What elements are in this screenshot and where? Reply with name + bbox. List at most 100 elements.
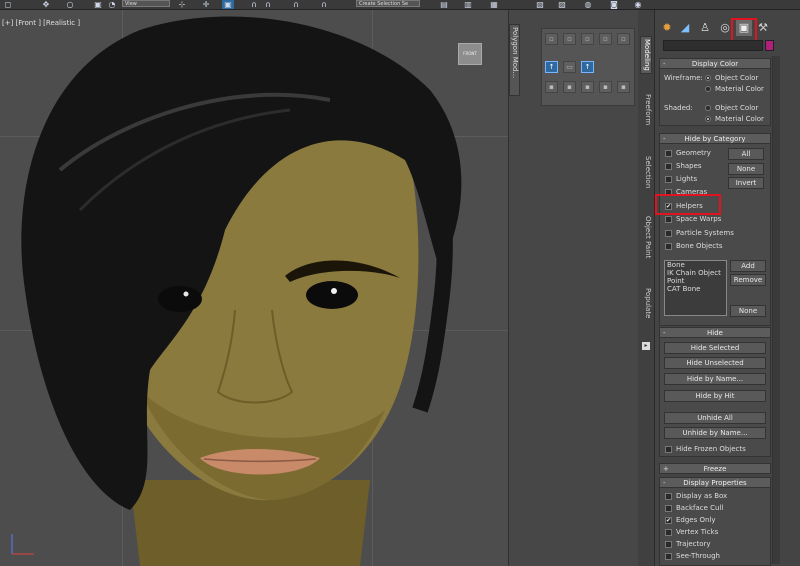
display-color-rollout: - Display Color Wireframe: Object Color M… <box>659 58 771 126</box>
tab-selection[interactable]: Selection <box>640 156 652 188</box>
layer-manager-icon[interactable]: ▦ <box>488 0 500 9</box>
ribbon-toggle-icon[interactable]: ▸ <box>642 342 650 350</box>
tab-freeform[interactable]: Freeform <box>640 94 652 125</box>
hide-none-button[interactable]: None <box>728 163 764 175</box>
hide-selected-button[interactable]: Hide Selected <box>664 342 766 354</box>
tab-modeling[interactable]: Modeling <box>640 36 652 74</box>
display-color-header[interactable]: - Display Color <box>660 59 770 69</box>
snaps-toggle-icon[interactable]: ∩ <box>248 0 260 9</box>
display-property-checkbox-display-as-box[interactable] <box>665 493 672 500</box>
wireframe-material-color-radio[interactable] <box>705 86 711 92</box>
shaded-material-color-radio[interactable] <box>705 116 711 122</box>
display-property-label: Trajectory <box>676 540 711 548</box>
edge-mode-icon[interactable]: ▭ <box>563 61 576 73</box>
mirror-icon[interactable]: ▤ <box>438 0 450 9</box>
list-item[interactable]: Bone <box>665 261 726 269</box>
list-item[interactable]: Point <box>665 277 726 285</box>
hide-by-name-button[interactable]: Hide by Name... <box>664 373 766 385</box>
freeze-header[interactable]: + Freeze <box>660 464 770 474</box>
wireframe-label: Wireframe: <box>664 74 703 82</box>
hierarchy-tab-icon[interactable]: ♙ <box>697 20 713 36</box>
viewport-label[interactable]: [+] [Front ] [Realistic ] <box>2 19 80 27</box>
material-editor-icon[interactable]: ◍ <box>582 0 594 9</box>
move-gizmo-icon[interactable]: ✛ <box>200 0 212 9</box>
hide-header[interactable]: - Hide <box>660 328 770 338</box>
render-setup-icon[interactable]: ◙ <box>608 0 620 9</box>
ribbon-tool-panel: ▫ ▫ ▫ ▫ ▫ ↑ ▭ ↑ ▪ ▪ ▪ ▪ ▪ <box>541 28 635 106</box>
tab-object-paint[interactable]: Object Paint <box>640 216 652 258</box>
list-item[interactable]: IK Chain Object <box>665 269 726 277</box>
shaded-object-color-radio[interactable] <box>705 105 711 111</box>
ribbon-tool-icon[interactable]: ▪ <box>599 81 612 93</box>
category-checkbox-space-warps[interactable] <box>665 216 672 223</box>
ribbon-tool-icon[interactable]: ▫ <box>599 33 612 45</box>
modify-tab-icon[interactable]: ◢ <box>677 20 693 36</box>
spinner-snap-icon[interactable]: ∩ <box>318 0 330 9</box>
snap-icon[interactable]: ◔ <box>106 0 118 9</box>
command-panel-scrollbar[interactable] <box>772 56 780 564</box>
command-panel-tabs: ✹ ◢ ♙ ◎ ▣ ⚒ <box>655 16 800 46</box>
hide-invert-button[interactable]: Invert <box>728 177 764 189</box>
align-icon[interactable]: ▥ <box>462 0 474 9</box>
select-icon[interactable]: ◻ <box>2 0 14 9</box>
display-property-checkbox-backface-cull[interactable] <box>665 505 672 512</box>
ribbon-tool-icon[interactable]: ▪ <box>617 81 630 93</box>
remove-category-button[interactable]: Remove <box>730 274 766 286</box>
rotate-icon[interactable]: ○ <box>64 0 76 9</box>
ribbon-tool-icon[interactable]: ▫ <box>581 33 594 45</box>
reference-coordinate-dropdown[interactable]: View <box>122 0 170 7</box>
hide-by-category-rollout: - Hide by Category Geometry Shapes Lights Ca… <box>659 133 771 326</box>
display-properties-header[interactable]: - Display Properties <box>660 478 770 488</box>
object-color-swatch[interactable] <box>765 40 774 51</box>
category-label: Lights <box>676 175 698 183</box>
create-tab-icon[interactable]: ✹ <box>659 20 675 36</box>
hide-by-category-header[interactable]: - Hide by Category <box>660 134 770 144</box>
vertex-mode-icon[interactable]: ↑ <box>545 61 558 73</box>
shaded-label: Shaded: <box>664 104 693 112</box>
viewcube[interactable]: FRONT <box>458 43 482 65</box>
unhide-by-name-button[interactable]: Unhide by Name... <box>664 427 766 439</box>
ribbon-tool-icon[interactable]: ▫ <box>617 33 630 45</box>
front-viewport[interactable]: [+] [Front ] [Realistic ] FRONT <box>0 10 508 566</box>
display-property-checkbox-trajectory[interactable] <box>665 541 672 548</box>
ribbon-tool-icon[interactable]: ▫ <box>545 33 558 45</box>
hide-all-button[interactable]: All <box>728 148 764 160</box>
object-name-field[interactable] <box>663 40 763 51</box>
polygon-modeling-tab[interactable]: Polygon Mod... <box>509 24 520 96</box>
category-checkbox-geometry[interactable] <box>665 150 672 157</box>
category-listbox[interactable]: Bone IK Chain Object Point CAT Bone <box>664 260 727 316</box>
hide-by-hit-button[interactable]: Hide by Hit <box>664 390 766 402</box>
angle-snap-icon[interactable]: ∩ <box>262 0 274 9</box>
ribbon-tool-icon[interactable]: ▫ <box>563 33 576 45</box>
display-property-checkbox-edges-only[interactable]: ✔ <box>665 517 672 524</box>
named-selection-set-input[interactable]: Create Selection Se <box>356 0 420 7</box>
utilities-tab-icon[interactable]: ⚒ <box>755 20 771 36</box>
ribbon-tool-icon[interactable]: ▪ <box>545 81 558 93</box>
unhide-all-button[interactable]: Unhide All <box>664 412 766 424</box>
scale-icon[interactable]: ▣ <box>92 0 104 9</box>
curve-editor-icon[interactable]: ▧ <box>534 0 546 9</box>
display-property-label: Vertex Ticks <box>676 528 719 536</box>
hide-frozen-checkbox[interactable] <box>665 446 672 453</box>
percent-snap-icon[interactable]: ∩ <box>290 0 302 9</box>
list-none-button[interactable]: None <box>730 305 766 317</box>
wireframe-object-color-radio[interactable] <box>705 75 711 81</box>
move-icon[interactable]: ✥ <box>40 0 52 9</box>
add-category-button[interactable]: Add <box>730 260 766 272</box>
category-checkbox-shapes[interactable] <box>665 163 672 170</box>
hide-unselected-button[interactable]: Hide Unselected <box>664 357 766 369</box>
schematic-view-icon[interactable]: ▨ <box>556 0 568 9</box>
list-item[interactable]: CAT Bone <box>665 285 726 293</box>
manipulate-icon[interactable]: ▣ <box>222 0 234 9</box>
border-mode-icon[interactable]: ↑ <box>581 61 594 73</box>
display-property-checkbox-see-through[interactable] <box>665 553 672 560</box>
category-checkbox-lights[interactable] <box>665 176 672 183</box>
pivot-icon[interactable]: ⊹ <box>176 0 188 9</box>
category-checkbox-bone-objects[interactable] <box>665 243 672 250</box>
render-icon[interactable]: ◉ <box>632 0 644 9</box>
category-checkbox-particle-systems[interactable] <box>665 230 672 237</box>
ribbon-tool-icon[interactable]: ▪ <box>563 81 576 93</box>
tab-populate[interactable]: Populate <box>640 288 652 318</box>
display-property-checkbox-vertex-ticks[interactable] <box>665 529 672 536</box>
ribbon-tool-icon[interactable]: ▪ <box>581 81 594 93</box>
